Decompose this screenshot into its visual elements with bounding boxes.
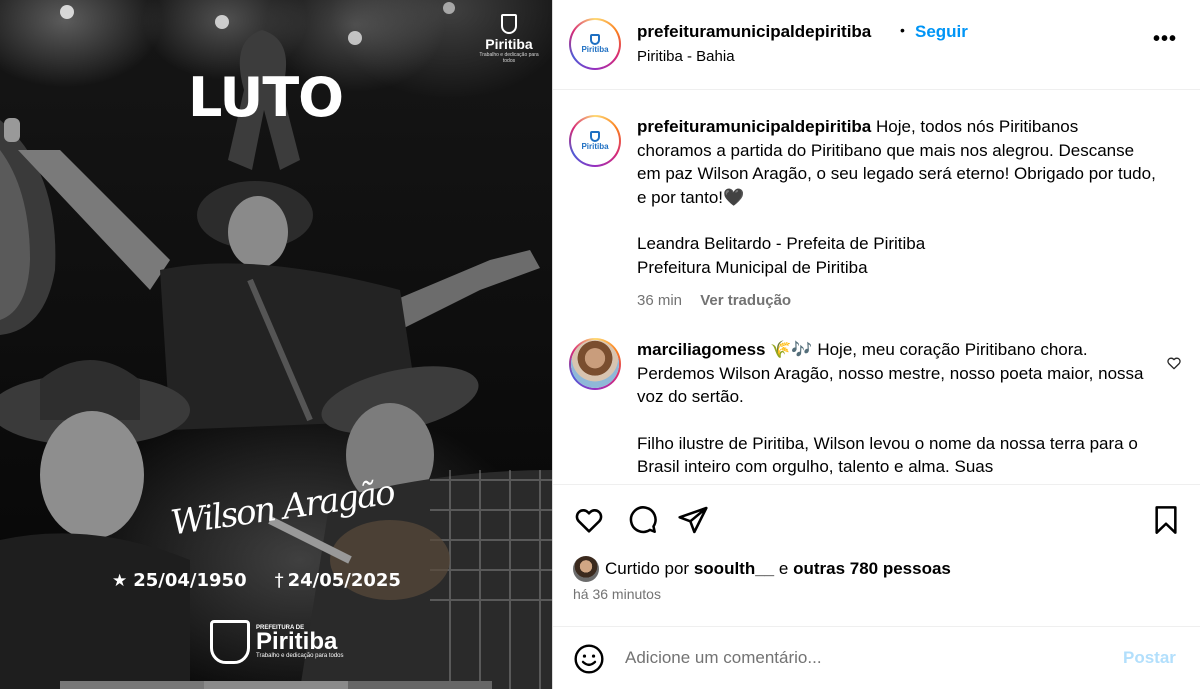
caption-signoff-1: Leandra Belitardo - Prefeita de Piritiba bbox=[637, 234, 926, 253]
caption-username[interactable]: prefeituramunicipaldepiritiba bbox=[637, 117, 871, 136]
top-brand-logo: Piritiba Trabalho e dedicação para todos bbox=[476, 14, 542, 64]
carousel-dot[interactable] bbox=[348, 681, 492, 689]
top-logo-tagline: Trabalho e dedicação para todos bbox=[479, 52, 539, 64]
more-options-icon[interactable]: ••• bbox=[1153, 28, 1177, 51]
like-heart-icon[interactable] bbox=[573, 504, 605, 536]
top-logo-name: Piritiba bbox=[485, 36, 533, 52]
bottom-brand-logo: PREFEITURA DE Piritiba Trabalho e dedica… bbox=[210, 620, 344, 664]
separator-dot: • bbox=[900, 22, 905, 38]
death-date: 24/05/2025 bbox=[287, 570, 401, 591]
comment-like-heart-icon[interactable] bbox=[1166, 355, 1182, 371]
birth-date-group: ★ 25/04/1950 bbox=[112, 570, 247, 591]
comment-input[interactable] bbox=[625, 645, 1105, 671]
post-side-panel: Piritiba prefeituramunicipaldepiritiba •… bbox=[552, 0, 1200, 689]
post-location[interactable]: Piritiba - Bahia bbox=[637, 48, 735, 65]
comments-section[interactable]: Piritiba prefeituramunicipaldepiritiba H… bbox=[553, 91, 1200, 484]
death-date-group: † 24/05/2025 bbox=[275, 570, 401, 591]
likes-summary: Curtido por sooulth__ e outras 780 pesso… bbox=[573, 556, 951, 582]
carousel-dot[interactable] bbox=[204, 681, 348, 689]
emoji-icon[interactable] bbox=[573, 643, 605, 675]
add-comment-bar: Postar bbox=[553, 626, 1200, 690]
piritiba-logo-icon: Piritiba bbox=[580, 34, 610, 54]
avatar-logo-text: Piritiba bbox=[581, 142, 609, 151]
cross-icon: † bbox=[274, 570, 284, 591]
caption-avatar[interactable]: Piritiba bbox=[569, 115, 621, 167]
author-avatar[interactable]: Piritiba bbox=[569, 18, 621, 70]
likes-connector: e bbox=[778, 559, 789, 578]
liker-username[interactable]: sooulth__ bbox=[694, 559, 774, 579]
caption-time[interactable]: 36 min bbox=[637, 292, 682, 309]
instagram-post: Piritiba Trabalho e dedicação para todos… bbox=[0, 0, 1200, 689]
commenter-photo bbox=[571, 340, 619, 388]
comment-emoji: 🌾🎶 bbox=[770, 340, 813, 359]
comment-body: marciliagomess 🌾🎶 Hoje, meu coração Piri… bbox=[637, 338, 1157, 479]
crest-icon bbox=[210, 620, 250, 664]
life-dates: ★ 25/04/1950 † 24/05/2025 bbox=[112, 570, 401, 591]
caption-body: prefeituramunicipaldepiritiba Hoje, todo… bbox=[637, 115, 1157, 313]
piritiba-logo-icon: Piritiba bbox=[580, 131, 610, 151]
comment-bubble-icon[interactable] bbox=[626, 504, 658, 536]
headline-luto: LUTO bbox=[188, 66, 344, 129]
carousel-indicator bbox=[60, 681, 492, 689]
avatar-logo-text: Piritiba bbox=[581, 45, 609, 54]
post-comment-button[interactable]: Postar bbox=[1123, 648, 1176, 668]
commenter-username[interactable]: marciliagomess bbox=[637, 340, 766, 359]
crest-icon bbox=[501, 14, 517, 34]
birth-date: 25/04/1950 bbox=[133, 570, 247, 591]
post-image[interactable]: Piritiba Trabalho e dedicação para todos… bbox=[0, 0, 552, 689]
bottom-logo-tagline: Trabalho e dedicação para todos bbox=[256, 653, 344, 659]
liker-avatar[interactable] bbox=[573, 556, 599, 582]
comment-text-2: Filho ilustre de Piritiba, Wilson levou … bbox=[637, 433, 1138, 477]
likes-prefix: Curtido por bbox=[605, 559, 690, 578]
post-timestamp[interactable]: há 36 minutos bbox=[573, 586, 661, 602]
star-icon: ★ bbox=[112, 571, 128, 591]
follow-button[interactable]: Seguir bbox=[915, 22, 968, 42]
carousel-dot[interactable] bbox=[60, 681, 204, 689]
action-bar: Curtido por sooulth__ e outras 780 pesso… bbox=[553, 484, 1200, 689]
post-header: Piritiba prefeituramunicipaldepiritiba •… bbox=[553, 0, 1200, 90]
share-send-icon[interactable] bbox=[677, 504, 709, 536]
save-bookmark-icon[interactable] bbox=[1150, 504, 1182, 536]
caption-meta: 36 min Ver tradução bbox=[637, 289, 1157, 313]
bottom-logo-name: Piritiba bbox=[256, 628, 338, 655]
translate-link[interactable]: Ver tradução bbox=[700, 292, 791, 309]
likes-others-link[interactable]: outras 780 pessoas bbox=[793, 559, 951, 579]
caption-signoff-2: Prefeitura Municipal de Piritiba bbox=[637, 257, 868, 277]
author-username[interactable]: prefeituramunicipaldepiritiba bbox=[637, 22, 871, 42]
commenter-avatar[interactable] bbox=[569, 338, 621, 390]
